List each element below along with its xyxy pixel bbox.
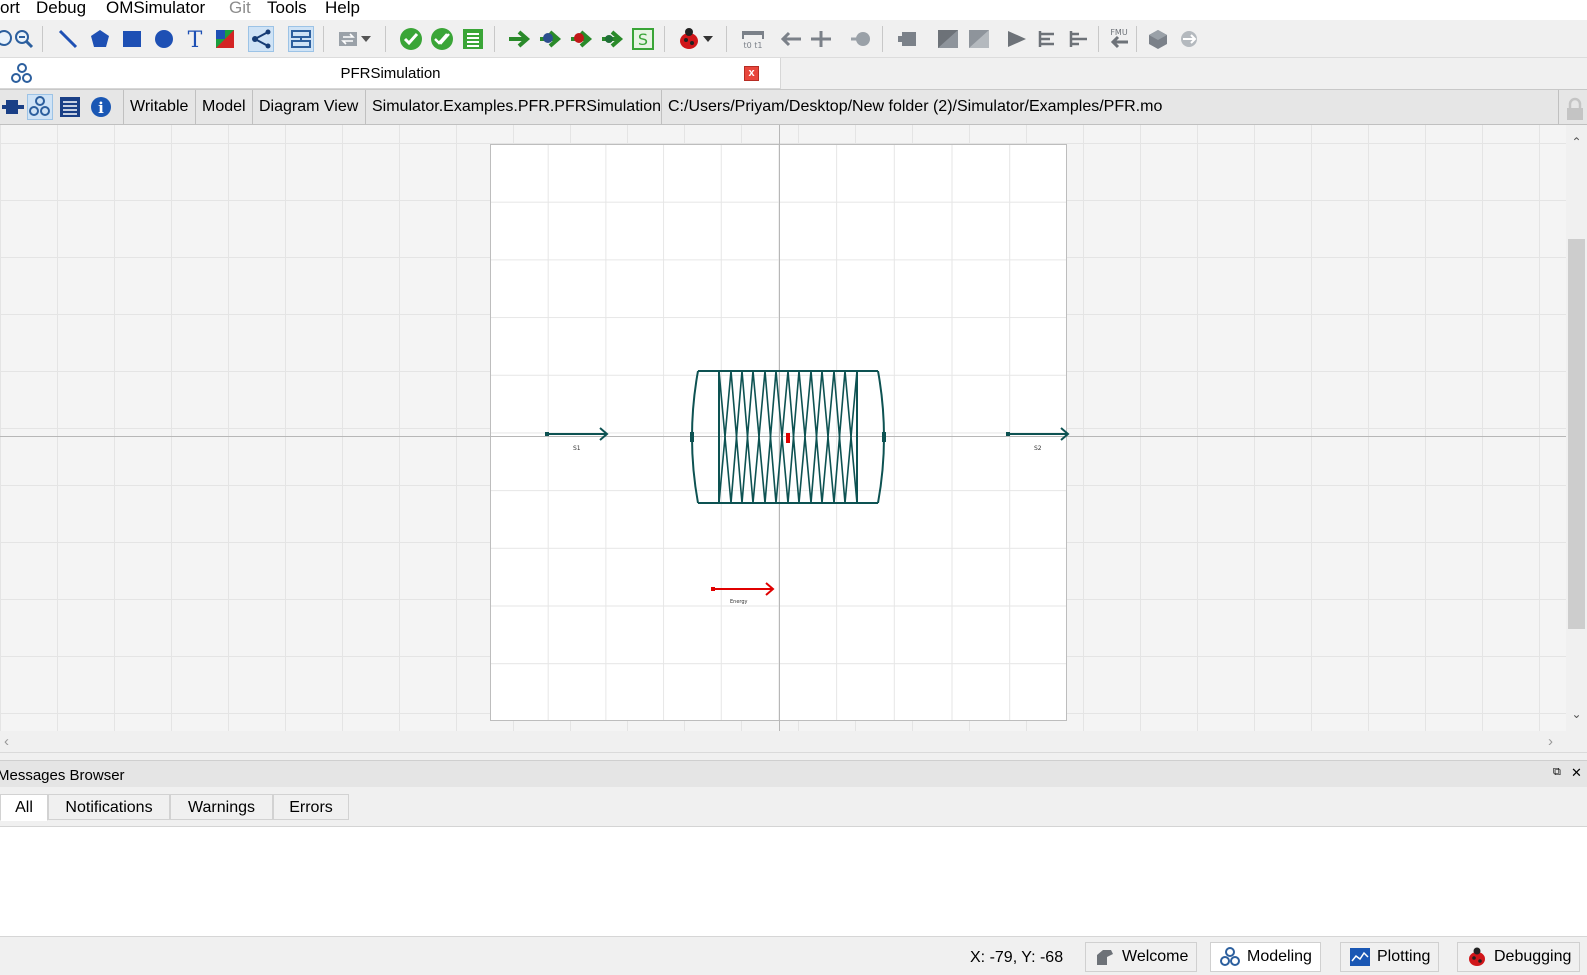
align-right-icon[interactable] xyxy=(1066,26,1092,52)
class-name-label: Simulator.Examples.PFR.PFRSimulation xyxy=(365,90,667,124)
pin-icon[interactable] xyxy=(848,26,874,52)
file-path-label: C:/Users/Priyam/Desktop/New folder (2)/S… xyxy=(661,90,1168,124)
float-panel-icon[interactable]: ⧉ xyxy=(1553,766,1561,779)
vertical-scrollbar[interactable]: ⌃ ⌄ xyxy=(1566,125,1587,731)
simulate-with-transformational-debugger-icon[interactable] xyxy=(537,26,563,52)
horizontal-scroll-thumb[interactable] xyxy=(20,734,1540,749)
fmu-import-icon[interactable]: FMU xyxy=(1106,26,1132,52)
ellipse-tool-icon[interactable] xyxy=(151,26,177,52)
menu-omsimulator[interactable]: OMSimulator xyxy=(106,0,205,18)
bitmap-tool-icon[interactable] xyxy=(212,26,238,52)
component-icon[interactable] xyxy=(895,26,921,52)
debug-dropdown-icon[interactable] xyxy=(700,26,716,52)
close-panel-icon[interactable]: ✕ xyxy=(1571,765,1582,781)
messages-tabs: All Notifications Warnings Errors xyxy=(0,787,1587,827)
diagram-canvas[interactable]: S1 S2 Energy xyxy=(0,125,1566,731)
check-all-models-icon[interactable] xyxy=(429,26,455,52)
stream-s1-label: S1 xyxy=(573,445,581,452)
class-type-label: Model xyxy=(195,90,252,124)
perspective-plotting-label: Plotting xyxy=(1377,948,1431,965)
messages-browser-title: Messages Browser xyxy=(0,767,125,784)
model-info-bar: i Writable Model Diagram View Simulator.… xyxy=(0,89,1587,125)
svg-text:i: i xyxy=(98,99,104,117)
text-tool-icon[interactable]: T xyxy=(182,26,208,52)
zoom-out-icon[interactable] xyxy=(10,26,36,52)
scroll-left-icon[interactable]: ‹ xyxy=(4,733,9,750)
connect-mode-icon[interactable] xyxy=(248,26,274,52)
stream-s2-label: S2 xyxy=(1034,445,1042,452)
import-icon[interactable] xyxy=(935,26,961,52)
simulate-with-animation-icon[interactable] xyxy=(599,26,625,52)
menu-export[interactable]: ort xyxy=(0,0,20,18)
scroll-up-icon[interactable]: ⌃ xyxy=(1566,135,1587,149)
messages-browser-header: Messages Browser ⧉ ✕ xyxy=(0,760,1587,787)
split-icon[interactable] xyxy=(808,26,834,52)
send-icon[interactable] xyxy=(1004,26,1030,52)
debug-icon[interactable] xyxy=(676,26,702,52)
status-bar: X: -79, Y: -68 Welcome Modeling Plotting… xyxy=(0,937,1587,975)
import-all-icon[interactable] xyxy=(966,26,992,52)
toolbar: T S t0 t1 FMU xyxy=(0,20,1587,58)
plug-flow-reactor[interactable] xyxy=(690,369,886,505)
scroll-right-icon[interactable]: › xyxy=(1548,733,1553,750)
cube-icon[interactable] xyxy=(1145,26,1171,52)
document-title: PFRSimulation xyxy=(340,65,441,82)
perspective-debugging-label: Debugging xyxy=(1494,948,1572,965)
perspective-modeling-label: Modeling xyxy=(1247,948,1312,965)
tab-notifications[interactable]: Notifications xyxy=(48,794,170,820)
plotting-icon xyxy=(1350,948,1370,966)
document-tab[interactable]: PFRSimulation x xyxy=(0,58,781,89)
polygon-tool-icon[interactable] xyxy=(87,26,113,52)
vertical-scroll-thumb[interactable] xyxy=(1568,239,1585,629)
svg-text:t0 t1: t0 t1 xyxy=(744,41,763,50)
documentation-view-icon[interactable]: i xyxy=(88,94,114,120)
messages-list xyxy=(0,827,1587,937)
perspective-debugging[interactable]: Debugging xyxy=(1457,942,1581,972)
menu-tools[interactable]: Tools xyxy=(267,0,307,18)
menu-bar: ort Debug OMSimulator Git Tools Help xyxy=(0,0,1587,20)
access-label: Writable xyxy=(123,90,194,124)
menu-git[interactable]: Git xyxy=(229,0,251,18)
svg-text:T: T xyxy=(188,28,203,50)
menu-help[interactable]: Help xyxy=(325,0,360,18)
view-type-label: Diagram View xyxy=(252,90,364,124)
debugging-icon xyxy=(1469,947,1485,966)
align-left-icon[interactable] xyxy=(1035,26,1061,52)
horizontal-scrollbar[interactable]: ‹ › xyxy=(0,731,1566,752)
diff-icon[interactable]: t0 t1 xyxy=(740,26,766,52)
tab-warnings[interactable]: Warnings xyxy=(170,794,273,820)
close-tab-icon[interactable]: x xyxy=(744,66,759,81)
simulate-with-algorithmic-debugger-icon[interactable] xyxy=(568,26,594,52)
welcome-icon xyxy=(1097,950,1113,965)
generate-icon[interactable] xyxy=(1176,26,1202,52)
panel-splitter[interactable] xyxy=(0,752,1587,760)
rectangle-tool-icon[interactable] xyxy=(119,26,145,52)
perspective-welcome-label: Welcome xyxy=(1122,948,1189,965)
lock-icon[interactable] xyxy=(1558,90,1587,124)
energy-stream-label: Energy xyxy=(730,599,748,605)
scroll-down-icon[interactable]: ⌄ xyxy=(1566,707,1587,721)
text-view-icon[interactable] xyxy=(57,94,83,120)
tab-all[interactable]: All xyxy=(0,794,48,821)
perspective-modeling[interactable]: Modeling xyxy=(1210,942,1321,972)
modeling-icon xyxy=(1220,947,1240,966)
tab-errors[interactable]: Errors xyxy=(273,794,349,820)
reroute-icon[interactable] xyxy=(778,26,804,52)
simulate-icon[interactable] xyxy=(506,26,532,52)
perspective-welcome[interactable]: Welcome xyxy=(1085,942,1198,972)
perspective-plotting[interactable]: Plotting xyxy=(1340,942,1440,972)
svg-text:FMU: FMU xyxy=(1110,28,1128,37)
instantiate-model-icon[interactable] xyxy=(460,26,486,52)
menu-debug[interactable]: Debug xyxy=(36,0,86,18)
check-model-icon[interactable] xyxy=(398,26,424,52)
simulation-setup-icon[interactable]: S xyxy=(630,26,656,52)
line-tool-icon[interactable] xyxy=(55,26,81,52)
cursor-coordinates: X: -79, Y: -68 xyxy=(970,949,1064,966)
chevron-down-icon[interactable] xyxy=(358,26,374,52)
svg-text:S: S xyxy=(638,30,648,49)
icon-view-icon[interactable] xyxy=(0,94,26,120)
transition-mode-icon[interactable] xyxy=(288,26,314,52)
diagram-view-icon[interactable] xyxy=(27,94,53,120)
